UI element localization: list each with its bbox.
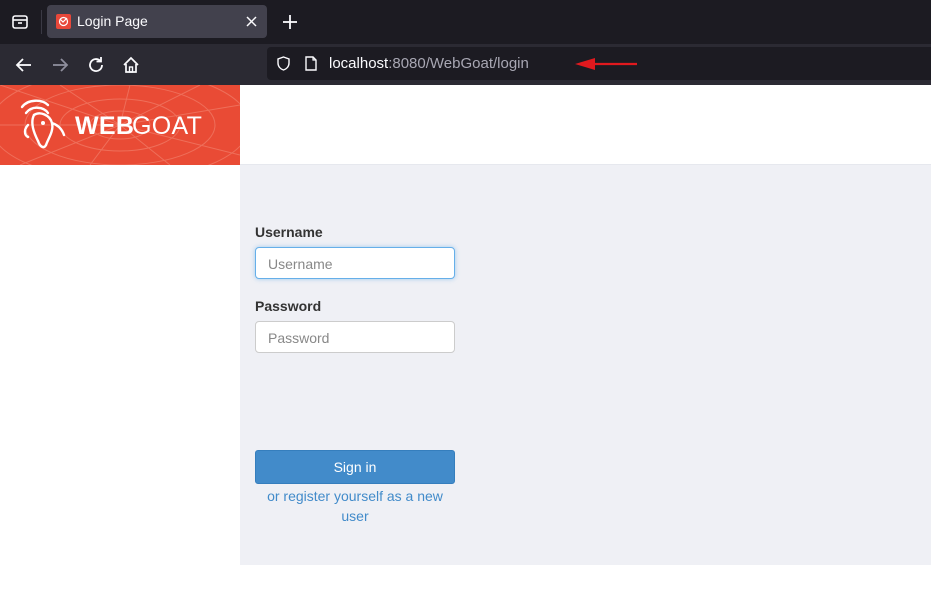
tab-title: Login Page xyxy=(77,13,148,29)
register-link[interactable]: or register yourself as a new user xyxy=(255,486,455,526)
tab-overview-icon[interactable] xyxy=(9,11,31,33)
password-input[interactable]: Password xyxy=(255,321,455,353)
red-annotation-arrow-icon xyxy=(573,57,639,71)
url-host: localhost xyxy=(329,55,389,72)
address-bar[interactable]: localhost:8080/WebGoat/login xyxy=(267,47,931,80)
logo-text-goat: GOAT xyxy=(132,112,203,140)
browser-nav-bar: localhost:8080/WebGoat/login xyxy=(0,44,931,85)
browser-tab-bar: Login Page xyxy=(0,0,931,44)
username-placeholder: Username xyxy=(268,256,333,272)
url-text[interactable]: localhost:8080/WebGoat/login xyxy=(329,55,529,72)
close-tab-icon[interactable] xyxy=(244,14,259,29)
page-info-icon[interactable] xyxy=(304,55,318,72)
webgoat-logo-banner[interactable]: WEB GOAT xyxy=(0,85,240,165)
username-input[interactable]: Username xyxy=(255,247,455,279)
logo-text-web: WEB xyxy=(75,112,135,140)
home-icon[interactable] xyxy=(120,54,142,76)
browser-tab-active[interactable]: Login Page xyxy=(47,5,267,38)
forward-arrow-icon[interactable] xyxy=(49,54,71,76)
webgoat-favicon-icon xyxy=(56,14,71,29)
password-label: Password xyxy=(255,298,322,314)
goat-head-logo-icon xyxy=(20,99,66,149)
new-tab-plus-icon[interactable] xyxy=(280,12,300,32)
main-content-area: Username Username Password Password Sign… xyxy=(240,165,931,565)
tab-separator xyxy=(41,10,42,34)
url-path: :8080/WebGoat/login xyxy=(388,55,529,72)
sign-in-button[interactable]: Sign in xyxy=(255,450,455,484)
password-placeholder: Password xyxy=(268,330,330,346)
username-label: Username xyxy=(255,224,323,240)
reload-icon[interactable] xyxy=(85,54,107,76)
back-arrow-icon[interactable] xyxy=(13,54,35,76)
webgoat-page: WEB GOAT Username Username Password Pass… xyxy=(0,85,931,601)
tracking-protection-shield-icon[interactable] xyxy=(275,55,292,72)
